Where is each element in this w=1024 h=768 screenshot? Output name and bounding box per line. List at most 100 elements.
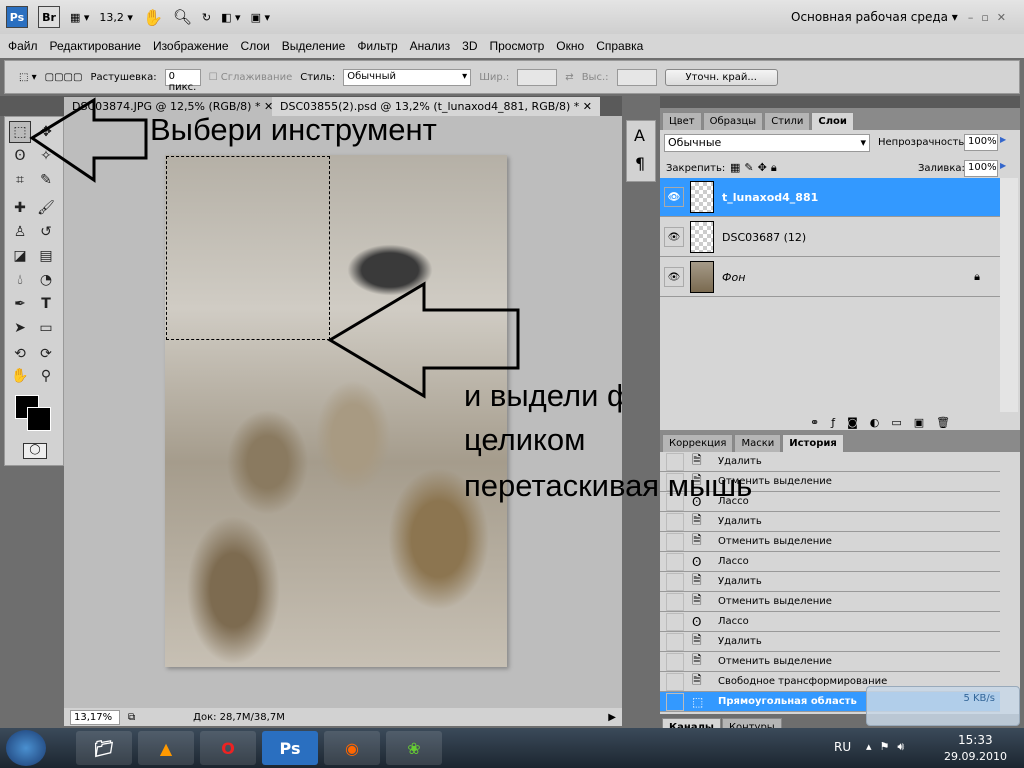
taskbar-explorer-icon[interactable]: 📁︎ — [76, 731, 132, 765]
menu-3d[interactable]: 3D — [462, 39, 477, 53]
arrange-icon[interactable]: ◧ ▾ — [221, 11, 240, 24]
history-item[interactable]: ʘ Лассо — [660, 612, 1000, 632]
bridge-button[interactable]: Br — [38, 6, 60, 28]
window-controls[interactable]: –▫✕ — [968, 11, 1014, 24]
hand-icon[interactable]: ✋ — [143, 8, 163, 27]
fill-input[interactable]: 100% — [964, 160, 998, 177]
snapshot-checkbox[interactable] — [666, 592, 684, 611]
tab-swatches[interactable]: Образцы — [702, 112, 764, 130]
snapshot-checkbox[interactable] — [666, 632, 684, 651]
menu-layers[interactable]: Слои — [241, 39, 270, 53]
zoom-field[interactable]: 13,17% — [70, 709, 120, 725]
snapshot-checkbox[interactable] — [666, 572, 684, 591]
selection-mode-icons[interactable]: ▢▢▢▢ — [45, 72, 83, 83]
language-indicator[interactable]: RU — [834, 740, 851, 754]
taskbar-app-icon[interactable]: ◉ — [324, 731, 380, 765]
paragraph-panel-icon[interactable]: ¶ — [635, 154, 645, 173]
taskbar-opera-icon[interactable]: O — [200, 731, 256, 765]
layer-row[interactable]: 👁︎ DSC03687 (12) — [660, 218, 1000, 257]
type-tool-icon[interactable]: T — [35, 293, 57, 315]
dodge-tool-icon[interactable]: ◔ — [35, 269, 57, 291]
3d-rotate-tool-icon[interactable]: ⟲ — [9, 343, 31, 365]
blend-mode-select[interactable]: Обычные ▾ — [664, 134, 870, 152]
antialias-checkbox[interactable]: ☐ Сглаживание — [209, 72, 293, 83]
menu-view[interactable]: Просмотр — [489, 39, 544, 53]
zoom-icon[interactable]: 🔍︎ — [173, 8, 192, 26]
menu-window[interactable]: Окно — [556, 39, 584, 53]
history-brush-tool-icon[interactable]: ↺ — [35, 221, 57, 243]
workspace-select[interactable]: Основная рабочая среда ▾ — [791, 10, 958, 24]
menu-file[interactable]: Файл — [8, 39, 38, 53]
3d-orbit-tool-icon[interactable]: ⟳ — [35, 343, 57, 365]
zoom-tool-icon[interactable]: ⚲ — [35, 365, 57, 387]
snapshot-checkbox[interactable] — [666, 532, 684, 551]
snapshot-checkbox[interactable] — [666, 552, 684, 571]
screen-icon[interactable]: ▣ ▾ — [251, 11, 270, 24]
swap-icon[interactable]: ⇄ — [565, 72, 573, 83]
history-item[interactable]: ʘ Лассо — [660, 552, 1000, 572]
tab-history[interactable]: История — [782, 434, 844, 452]
eye-icon[interactable]: 👁︎ — [664, 187, 684, 207]
status-menu-icon[interactable]: ⧉ — [128, 712, 135, 723]
tab-color[interactable]: Цвет — [662, 112, 702, 130]
quick-mask-icon[interactable]: ◯ — [23, 443, 47, 459]
hand-tool-icon[interactable]: ✋ — [9, 365, 31, 387]
menu-analysis[interactable]: Анализ — [410, 39, 451, 53]
history-item[interactable]: 🗎 Отменить выделение — [660, 592, 1000, 612]
eraser-tool-icon[interactable]: ◪ — [9, 245, 31, 267]
history-item[interactable]: 🗎 Отменить выделение — [660, 532, 1000, 552]
menu-filter[interactable]: Фильтр — [357, 39, 397, 53]
tray-icons[interactable]: ▴⚑🔊︎ — [866, 740, 912, 754]
menu-edit[interactable]: Редактирование — [50, 39, 141, 53]
path-select-tool-icon[interactable]: ➤ — [9, 317, 31, 339]
gradient-tool-icon[interactable]: ▤ — [35, 245, 57, 267]
blur-tool-icon[interactable]: 💧︎ — [9, 269, 31, 291]
height-input[interactable] — [616, 68, 657, 86]
tab-adjustments[interactable]: Коррекция — [662, 434, 734, 452]
menu-image[interactable]: Изображение — [153, 39, 229, 53]
feather-input[interactable]: 0 пикс. — [164, 68, 201, 93]
menu-select[interactable]: Выделение — [282, 39, 346, 53]
rotate-view-icon[interactable]: ↻ — [202, 11, 211, 24]
taskbar-photoshop-icon[interactable]: Ps — [262, 731, 318, 765]
stamp-tool-icon[interactable]: ♙ — [9, 221, 31, 243]
start-button[interactable] — [6, 730, 46, 766]
taskbar-icq-icon[interactable]: ❀ — [386, 731, 442, 765]
layers-scrollbar[interactable] — [1000, 178, 1018, 412]
fill-slider-arrow[interactable]: ▶ — [1000, 161, 1006, 170]
tab-layers[interactable]: Слои — [811, 112, 854, 130]
eye-icon[interactable]: 👁︎ — [664, 267, 684, 287]
character-panel-icon[interactable]: A — [634, 126, 645, 145]
tab-styles[interactable]: Стили — [764, 112, 811, 130]
brush-tool-icon[interactable]: 🖌︎ — [35, 197, 57, 219]
shape-tool-icon[interactable]: ▭ — [35, 317, 57, 339]
history-item[interactable]: 🗎 Удалить — [660, 632, 1000, 652]
pen-tool-icon[interactable]: ✒ — [9, 293, 31, 315]
clock-date[interactable]: 29.09.2010 — [944, 750, 1007, 763]
healing-tool-icon[interactable]: ✚ — [9, 197, 31, 219]
taskbar-aimp-icon[interactable]: ▲ — [138, 731, 194, 765]
snapshot-checkbox[interactable] — [666, 672, 684, 691]
snapshot-checkbox[interactable] — [666, 652, 684, 671]
history-item[interactable]: 🗎 Удалить — [660, 572, 1000, 592]
network-widget[interactable]: 5 KB/s — [866, 686, 1020, 726]
eye-icon[interactable]: 👁︎ — [664, 227, 684, 247]
lock-icons[interactable]: ▦✎✥🔒︎ — [730, 161, 781, 175]
snapshot-checkbox[interactable] — [666, 692, 684, 711]
opacity-input[interactable]: 100% — [964, 134, 998, 151]
layer-row[interactable]: 👁︎ Фон 🔒︎ — [660, 258, 1000, 297]
clock-time[interactable]: 15:33 — [958, 733, 993, 747]
tab-masks[interactable]: Маски — [734, 434, 782, 452]
status-arrow-icon[interactable]: ▶ — [608, 712, 616, 723]
snapshot-checkbox[interactable] — [666, 512, 684, 531]
opacity-slider-arrow[interactable]: ▶ — [1000, 135, 1006, 144]
zoom-select[interactable]: 13,2 ▾ — [99, 11, 133, 24]
background-color[interactable] — [27, 407, 51, 431]
style-select[interactable]: Обычный ▾ — [343, 68, 472, 86]
history-item[interactable]: 🗎 Отменить выделение — [660, 652, 1000, 672]
menu-help[interactable]: Справка — [596, 39, 643, 53]
marquee-preset-icon[interactable]: ⬚ ▾ — [19, 72, 37, 83]
width-input[interactable] — [517, 68, 558, 86]
snapshot-checkbox[interactable] — [666, 612, 684, 631]
screen-mode-icon[interactable]: ▦ ▾ — [70, 11, 89, 24]
